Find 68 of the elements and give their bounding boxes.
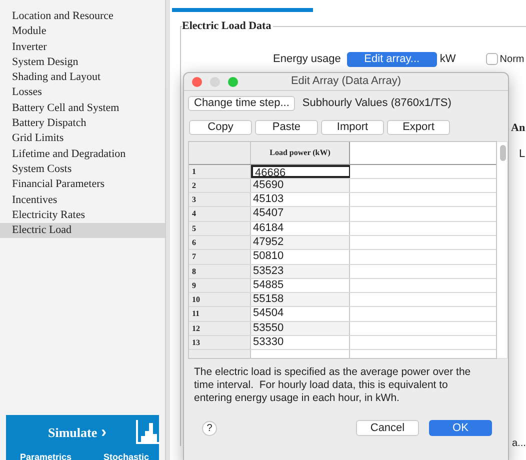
sidebar-item[interactable]: System Design [0,54,165,70]
simulate-link[interactable]: Stochastic [103,451,149,460]
sidebar-item[interactable]: Shading and Layout [0,70,165,86]
scrollbar-thumb[interactable] [500,144,506,160]
table-cell[interactable]: 54885 [251,278,350,292]
dialog-title: Edit Array (Data Array) [290,74,402,90]
toolbar-button[interactable]: Copy [189,120,252,134]
row-header: 10 [189,293,251,306]
sidebar-item[interactable]: Module [0,24,165,40]
ok-button[interactable]: OK [429,420,492,436]
table-cell[interactable]: 54504 [251,307,350,321]
row-header: 1 [189,164,251,178]
table-cell[interactable]: 47952 [251,236,350,250]
table-cell[interactable]: 55158 [251,293,350,306]
simulate-button[interactable]: Simulate › [48,423,106,442]
sidebar-item[interactable]: Incentives [0,192,165,208]
note-text: The electric load is specified as the average power over the time interval. For hourly load data, this is equivalent to entering energy usage in each hour, in kWh. [194,366,472,406]
toolbar-button[interactable]: Export [387,120,450,134]
row-header: 9 [189,278,251,292]
table-cell[interactable]: 46686 [251,164,350,178]
normalize-checkbox[interactable] [486,53,498,66]
normalize-label: Norm [500,52,524,67]
sidebar-item[interactable]: Location and Resource [0,9,165,24]
row-header: 3 [189,193,251,206]
row-header: 4 [189,207,251,221]
table-cell[interactable]: 45103 [251,193,350,206]
sidebar-item[interactable]: Inverter [0,40,165,55]
row-header: 5 [189,222,251,235]
toolbar-button[interactable]: Paste [255,120,318,134]
row-header: 11 [189,307,251,321]
help-button[interactable]: ? [202,420,217,436]
row-header: 8 [189,264,251,278]
row-header: 13 [189,336,251,350]
table-cell[interactable]: 50810 [251,250,350,264]
table-cell[interactable]: 53330 [251,336,350,350]
time-step-info: Subhourly Values (8760x1/TS) [302,96,452,111]
table-cell[interactable]: 45407 [251,207,350,221]
table-cell[interactable]: 53523 [251,264,350,278]
sidebar-item[interactable]: Electricity Rates [0,208,165,224]
sidebar-item[interactable]: System Costs [0,162,165,178]
sidebar-item[interactable]: Electric Load [0,223,165,238]
sidebar-item[interactable]: Losses [0,85,165,101]
table-cell[interactable]: 53550 [251,322,350,336]
partial-label: a... [512,438,526,450]
sidebar-item[interactable]: Grid Limits [0,131,165,147]
sidebar-item[interactable]: Battery Cell and System [0,100,165,116]
sidebar-item[interactable]: Battery Dispatch [0,116,165,132]
toolbar-button[interactable]: Import [321,120,384,134]
row-header: 2 [189,178,251,192]
table-cell[interactable]: 46184 [251,222,350,235]
simulate-link[interactable]: Parametrics [20,451,72,460]
change-time-step-button[interactable]: Change time step... [188,96,296,111]
row-header: 7 [189,250,251,264]
sidebar-item[interactable]: Financial Parameters [0,177,165,193]
zoom-icon[interactable] [228,77,238,87]
column-header: Load power (kW) [251,142,350,164]
partial-label: An [511,122,526,134]
close-icon[interactable] [192,77,202,87]
histogram-icon[interactable] [136,420,160,444]
table-cell[interactable]: 45690 [251,178,350,192]
cancel-button[interactable]: Cancel [356,420,419,436]
sidebar-item[interactable]: Lifetime and Degradation [0,146,165,162]
row-header: 6 [189,236,251,250]
edit-array-button[interactable]: Edit array... [346,52,437,67]
unit-label: kW [440,52,456,67]
energy-usage-label: Energy usage [273,52,341,67]
partial-label: L [519,148,526,160]
row-header: 12 [189,322,251,336]
